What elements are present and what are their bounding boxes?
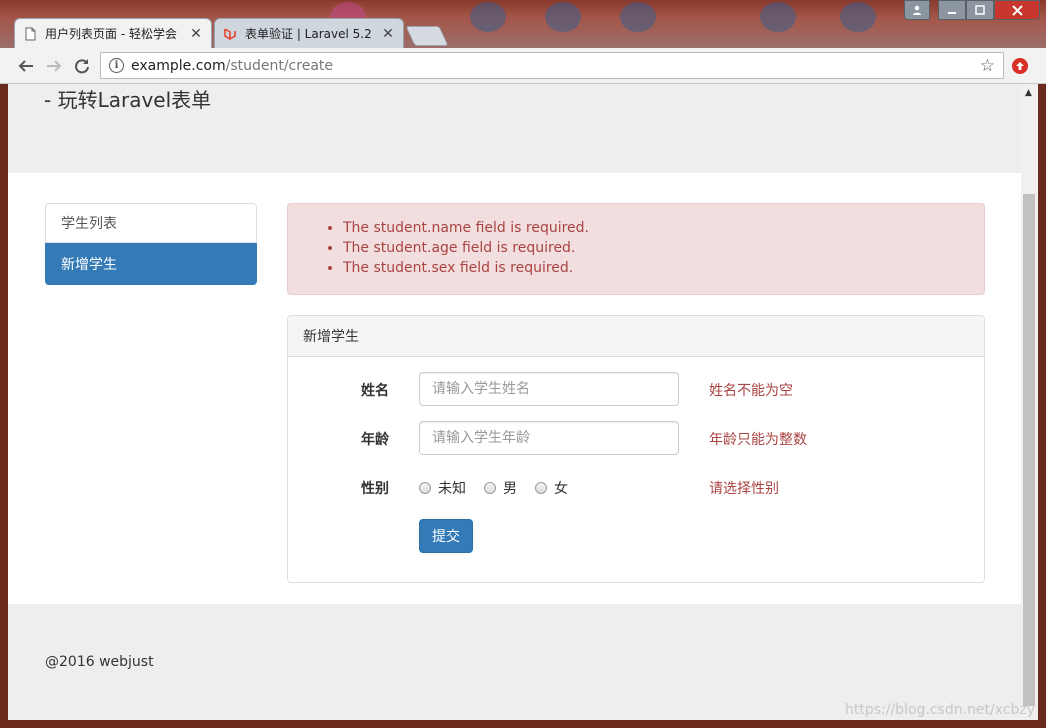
- scrollbar-thumb[interactable]: [1023, 194, 1035, 706]
- radio-label: 未知: [438, 481, 466, 497]
- sex-label: 性别: [361, 481, 389, 497]
- url-host: example.com: [131, 58, 226, 74]
- error-message: The student.age field is required.: [343, 238, 984, 258]
- reload-icon[interactable]: [72, 56, 92, 76]
- close-tab-icon[interactable]: ✕: [381, 26, 395, 42]
- close-window-button[interactable]: [994, 0, 1040, 20]
- sidebar-item-label: 新增学生: [61, 257, 117, 273]
- minimize-button[interactable]: [938, 0, 966, 20]
- tab-title: 用户列表页面 - 轻松学会: [45, 27, 177, 41]
- name-error: 姓名不能为空: [709, 383, 793, 399]
- error-message: The student.sex field is required.: [343, 258, 984, 278]
- desktop-background: [760, 2, 796, 32]
- page-header: - 玩转Laravel表单: [8, 84, 1021, 173]
- age-input[interactable]: [419, 421, 679, 455]
- bookmark-star-icon[interactable]: ☆: [980, 56, 995, 76]
- desktop-background: [470, 2, 506, 32]
- submit-row: 提交: [288, 519, 986, 553]
- radio-label: 女: [554, 481, 568, 497]
- browser-toolbar: i example.com/student/create ☆: [0, 48, 1046, 84]
- name-input[interactable]: [419, 372, 679, 406]
- sex-row: 性别 未知 男 女 请选择性别: [288, 470, 986, 504]
- info-icon[interactable]: i: [109, 58, 124, 73]
- laravel-icon: [223, 27, 237, 41]
- vertical-scrollbar[interactable]: ▲: [1021, 84, 1038, 720]
- name-row: 姓名 姓名不能为空: [288, 372, 986, 406]
- submit-button[interactable]: 提交: [419, 519, 473, 553]
- copyright-text: @2016 webjust: [45, 654, 154, 670]
- new-tab-button[interactable]: [405, 26, 449, 46]
- sex-error: 请选择性别: [709, 481, 779, 497]
- radio-option-female[interactable]: 女: [535, 478, 568, 498]
- age-row: 年龄 年龄只能为整数: [288, 421, 986, 455]
- sidebar: 学生列表 新增学生: [45, 203, 257, 285]
- window-border: [1038, 84, 1046, 728]
- panel-title: 新增学生: [288, 316, 984, 357]
- desktop-background: [840, 2, 876, 32]
- window-border: [0, 720, 1046, 728]
- profile-icon[interactable]: [904, 0, 930, 20]
- tab-title: 表单验证 | Laravel 5.2 中: [245, 27, 375, 41]
- watermark-text: https://blog.csdn.net/xcbzy: [845, 702, 1036, 718]
- radio-button[interactable]: [535, 482, 547, 494]
- error-message: The student.name field is required.: [343, 218, 984, 238]
- tab-active[interactable]: 用户列表页面 - 轻松学会 ✕: [14, 18, 212, 48]
- radio-option-unknown[interactable]: 未知: [419, 478, 466, 498]
- desktop-background: [620, 2, 656, 32]
- address-bar[interactable]: i example.com/student/create ☆: [100, 52, 1004, 79]
- maximize-button[interactable]: [966, 0, 994, 20]
- desktop-background: [545, 2, 581, 32]
- forward-arrow-icon[interactable]: [44, 56, 64, 76]
- radio-button[interactable]: [484, 482, 496, 494]
- scroll-up-icon[interactable]: ▲: [1025, 88, 1032, 98]
- age-label: 年龄: [361, 432, 389, 448]
- name-label: 姓名: [361, 383, 389, 399]
- sidebar-item-student-list[interactable]: 学生列表: [45, 203, 257, 243]
- back-arrow-icon[interactable]: [16, 56, 36, 76]
- title-bar: 用户列表页面 - 轻松学会 ✕ 表单验证 | Laravel 5.2 中 ✕: [0, 0, 1046, 48]
- sex-radio-group: 未知 男 女: [419, 478, 586, 498]
- sidebar-item-label: 学生列表: [61, 216, 117, 232]
- form-panel: 新增学生 姓名 姓名不能为空 年龄 年龄只能为整数 性别 未知 男 女 请选择性…: [287, 315, 985, 583]
- page-viewport: - 玩转Laravel表单 学生列表 新增学生 The student.name…: [8, 84, 1021, 720]
- browser-window: 用户列表页面 - 轻松学会 ✕ 表单验证 | Laravel 5.2 中 ✕ i…: [0, 0, 1046, 728]
- radio-button[interactable]: [419, 482, 431, 494]
- url-text[interactable]: example.com/student/create: [131, 58, 333, 74]
- age-error: 年龄只能为整数: [709, 432, 807, 448]
- page-title: - 玩转Laravel表单: [44, 88, 212, 112]
- url-path: /student/create: [225, 58, 334, 74]
- close-tab-icon[interactable]: ✕: [189, 26, 203, 42]
- page-icon: [23, 27, 37, 41]
- tab-inactive[interactable]: 表单验证 | Laravel 5.2 中 ✕: [214, 18, 404, 48]
- radio-label: 男: [503, 481, 517, 497]
- extension-icon[interactable]: [1012, 58, 1028, 74]
- radio-option-male[interactable]: 男: [484, 478, 517, 498]
- error-alert: The student.name field is required. The …: [287, 203, 985, 295]
- window-border: [0, 84, 8, 728]
- sidebar-item-add-student[interactable]: 新增学生: [45, 243, 257, 285]
